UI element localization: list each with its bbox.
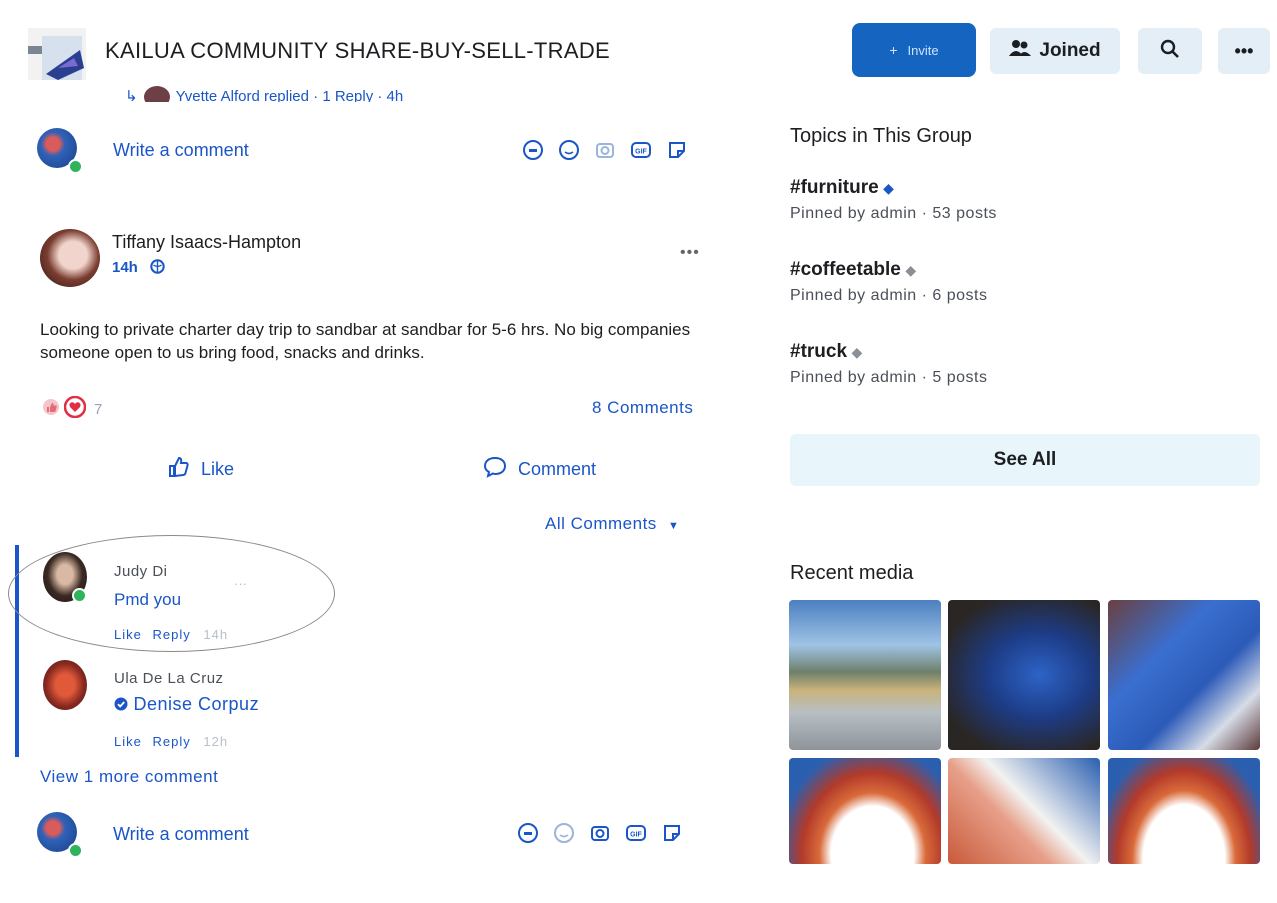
media-thumbnail-tabletop[interactable] [948, 600, 1100, 750]
comment-options-button[interactable]: ··· [234, 576, 247, 591]
online-status-dot [68, 159, 83, 174]
online-status-dot [68, 843, 83, 858]
like-button[interactable]: Like [167, 455, 234, 484]
sort-label: All Comments [545, 514, 657, 533]
post-timestamp[interactable]: 14h [112, 259, 165, 276]
pin-icon: ◆ [905, 262, 917, 278]
commenter-name[interactable]: Ula De La Cruz [114, 670, 224, 687]
more-options-button[interactable]: ••• [1218, 28, 1270, 74]
group-members-icon [1009, 39, 1032, 63]
sticker-icon[interactable] [666, 139, 688, 166]
composer-icons: GIF [522, 139, 688, 166]
comment-actions: Like Reply 12h [114, 734, 228, 749]
sticker-icon[interactable] [661, 822, 683, 849]
pin-icon: ◆ [883, 180, 894, 196]
joined-button[interactable]: Joined [990, 28, 1120, 74]
media-thumbnail-stickers[interactable] [1108, 600, 1260, 750]
topic-tag: #coffeetable [790, 259, 901, 280]
topic-item-coffeetable[interactable]: #coffeetable ◆ Pinned by admin · 6 posts [790, 259, 988, 305]
media-thumbnail-chair-3[interactable] [1108, 758, 1260, 864]
post-options-button[interactable]: ••• [680, 244, 700, 262]
commenter-avatar[interactable] [43, 660, 87, 710]
love-reaction-icon [63, 395, 87, 423]
invite-label: Invite [907, 42, 939, 58]
media-thumbnail-road[interactable] [789, 600, 941, 750]
search-button[interactable] [1138, 28, 1202, 74]
see-all-topics-button[interactable]: See All [790, 434, 1260, 486]
topic-item-truck[interactable]: #truck ◆ Pinned by admin · 5 posts [790, 341, 988, 387]
commenter-name[interactable]: Judy Di [114, 563, 168, 580]
invite-button[interactable]: + Invite [852, 23, 976, 77]
poster-avatar[interactable] [40, 229, 100, 287]
globe-privacy-icon [150, 259, 165, 276]
emoji-icon[interactable] [553, 822, 575, 849]
topic-item-furniture[interactable]: #furniture ◆ Pinned by admin · 53 posts [790, 177, 997, 223]
comment-reply-link[interactable]: Reply [152, 734, 190, 749]
comment-time[interactable]: 14h [203, 627, 228, 642]
topic-tag: #furniture [790, 177, 879, 198]
comment-like-link[interactable]: Like [114, 734, 142, 749]
comment-sort-dropdown[interactable]: All Comments ▼ [545, 514, 679, 534]
topic-meta: Pinned by admin · 6 posts [790, 287, 988, 304]
plus-icon: + [889, 42, 898, 58]
comment-reply-link[interactable]: Reply [152, 627, 190, 642]
gif-icon[interactable]: GIF [625, 822, 647, 849]
comment-input[interactable]: Write a comment [113, 824, 249, 845]
svg-text:GIF: GIF [630, 832, 642, 839]
more-icon: ••• [1234, 40, 1254, 61]
reactions-summary[interactable]: 7 [42, 395, 103, 423]
poster-name[interactable]: Tiffany Isaacs-Hampton [112, 232, 301, 253]
topic-meta: Pinned by admin · 53 posts [790, 205, 997, 222]
avatar [143, 86, 170, 102]
comment-time[interactable]: 12h [203, 734, 228, 749]
topic-meta: Pinned by admin · 5 posts [790, 369, 988, 386]
chevron-down-icon: ▼ [668, 520, 680, 532]
online-status-dot [72, 588, 87, 603]
reply-arrow-icon: ↳ [125, 87, 138, 102]
comment-label: Comment [518, 459, 597, 479]
composer-icons: GIF [517, 822, 683, 849]
camera-icon[interactable] [589, 822, 611, 849]
svg-text:GIF: GIF [635, 149, 647, 156]
comment-like-link[interactable]: Like [114, 627, 142, 642]
emoji-icon[interactable] [558, 139, 580, 166]
post-body: Looking to private charter day trip to s… [40, 320, 691, 362]
reaction-count: 7 [94, 401, 103, 418]
comments-count-link[interactable]: 8 Comments [592, 398, 693, 418]
thumbs-up-icon [167, 455, 191, 484]
composer-avatar [37, 128, 83, 174]
avatar-sticker-icon[interactable] [517, 822, 539, 849]
comment-button[interactable]: Comment [482, 455, 596, 484]
like-reaction-icon [42, 398, 60, 421]
topics-heading: Topics in This Group [790, 125, 972, 147]
media-thumbnail-chair-1[interactable] [789, 758, 941, 864]
camera-icon[interactable] [594, 139, 616, 166]
search-icon [1160, 39, 1180, 64]
recent-media-heading: Recent media [790, 562, 914, 584]
topic-tag: #truck [790, 341, 848, 362]
like-label: Like [201, 459, 235, 479]
comment-text: Pmd you [114, 590, 182, 609]
group-logo[interactable] [28, 28, 86, 80]
mention-icon [114, 694, 128, 714]
media-thumbnail-chair-2[interactable] [948, 758, 1100, 864]
joined-label: Joined [1039, 40, 1101, 61]
speech-bubble-icon [482, 455, 508, 484]
view-more-comments-link[interactable]: View 1 more comment [40, 767, 218, 787]
gif-icon[interactable]: GIF [630, 139, 652, 166]
mention-name: Denise Corpuz [133, 694, 260, 714]
reply-line-name: Yvette Alford replied [175, 87, 309, 102]
avatar-sticker-icon[interactable] [522, 139, 544, 166]
mention-tag[interactable]: Denise Corpuz [114, 694, 259, 715]
group-title[interactable]: KAILUA COMMUNITY SHARE-BUY-SELL-TRADE [105, 38, 610, 64]
reply-line-count: · 1 Reply · 4h [313, 87, 404, 102]
composer-avatar [37, 812, 83, 858]
post-time-label: 14h [112, 259, 138, 276]
comment-actions: Like Reply 14h [114, 627, 228, 642]
pin-icon: ◆ [851, 344, 863, 360]
view-replies-link[interactable]: ↳ Yvette Alford replied · 1 Reply · 4h [125, 86, 403, 102]
comment-input[interactable]: Write a comment [113, 140, 249, 161]
